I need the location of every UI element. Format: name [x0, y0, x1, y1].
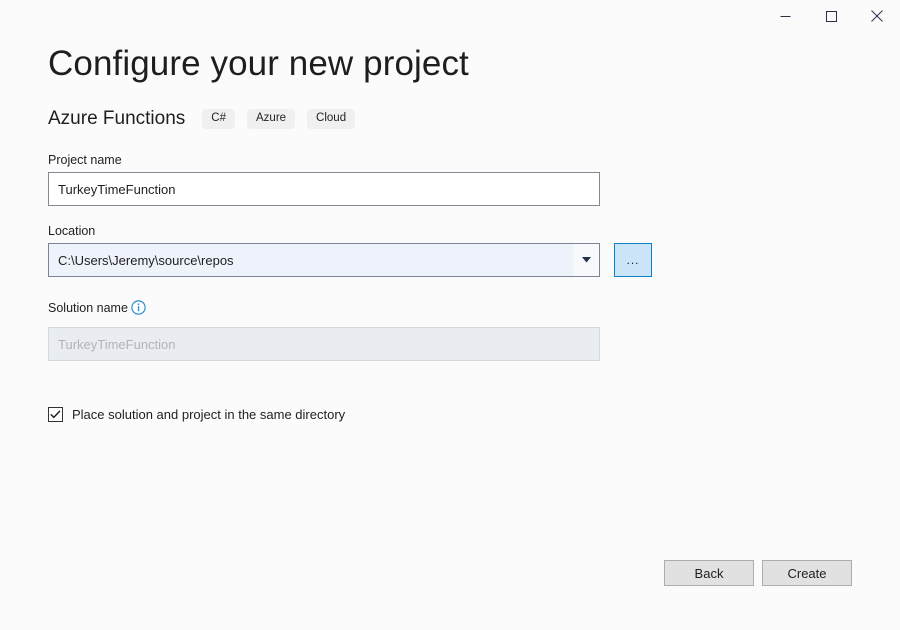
info-icon[interactable]	[131, 300, 146, 315]
chevron-down-icon[interactable]	[573, 244, 599, 276]
project-name-value: TurkeyTimeFunction	[58, 181, 176, 197]
template-name: Azure Functions	[48, 108, 186, 129]
maximize-icon	[825, 10, 837, 22]
title-bar	[0, 0, 900, 32]
create-button[interactable]: Create	[762, 560, 852, 586]
back-button-label: Back	[694, 565, 724, 581]
back-button[interactable]: Back	[664, 560, 754, 586]
same-directory-label: Place solution and project in the same d…	[72, 407, 346, 422]
project-name-label: Project name	[48, 153, 122, 167]
minimize-icon	[780, 11, 791, 22]
close-button[interactable]	[854, 0, 900, 32]
maximize-button[interactable]	[808, 0, 854, 32]
location-label: Location	[48, 224, 96, 238]
project-name-input[interactable]: TurkeyTimeFunction	[48, 172, 600, 206]
minimize-button[interactable]	[762, 0, 808, 32]
template-summary: Azure Functions C# Azure Cloud	[48, 108, 356, 130]
tag-language: C#	[202, 108, 235, 130]
location-combobox[interactable]: C:\Users\Jeremy\source\repos	[48, 243, 600, 277]
solution-name-placeholder: TurkeyTimeFunction	[58, 336, 176, 352]
browse-location-label: ...	[626, 253, 640, 267]
same-directory-checkbox-row[interactable]: Place solution and project in the same d…	[48, 407, 345, 422]
create-button-label: Create	[787, 565, 827, 581]
same-directory-checkbox[interactable]	[48, 407, 63, 422]
tag-category: Cloud	[307, 108, 356, 130]
dialog-content: Configure your new project Azure Functio…	[0, 32, 900, 630]
location-value: C:\Users\Jeremy\source\repos	[58, 252, 234, 268]
check-icon	[50, 410, 61, 419]
page-title: Configure your new project	[48, 44, 469, 83]
browse-location-button[interactable]: ...	[614, 243, 652, 277]
close-icon	[871, 10, 883, 22]
tag-platform: Azure	[247, 108, 296, 130]
solution-name-label: Solution name	[48, 301, 128, 315]
solution-name-input: TurkeyTimeFunction	[48, 327, 600, 361]
